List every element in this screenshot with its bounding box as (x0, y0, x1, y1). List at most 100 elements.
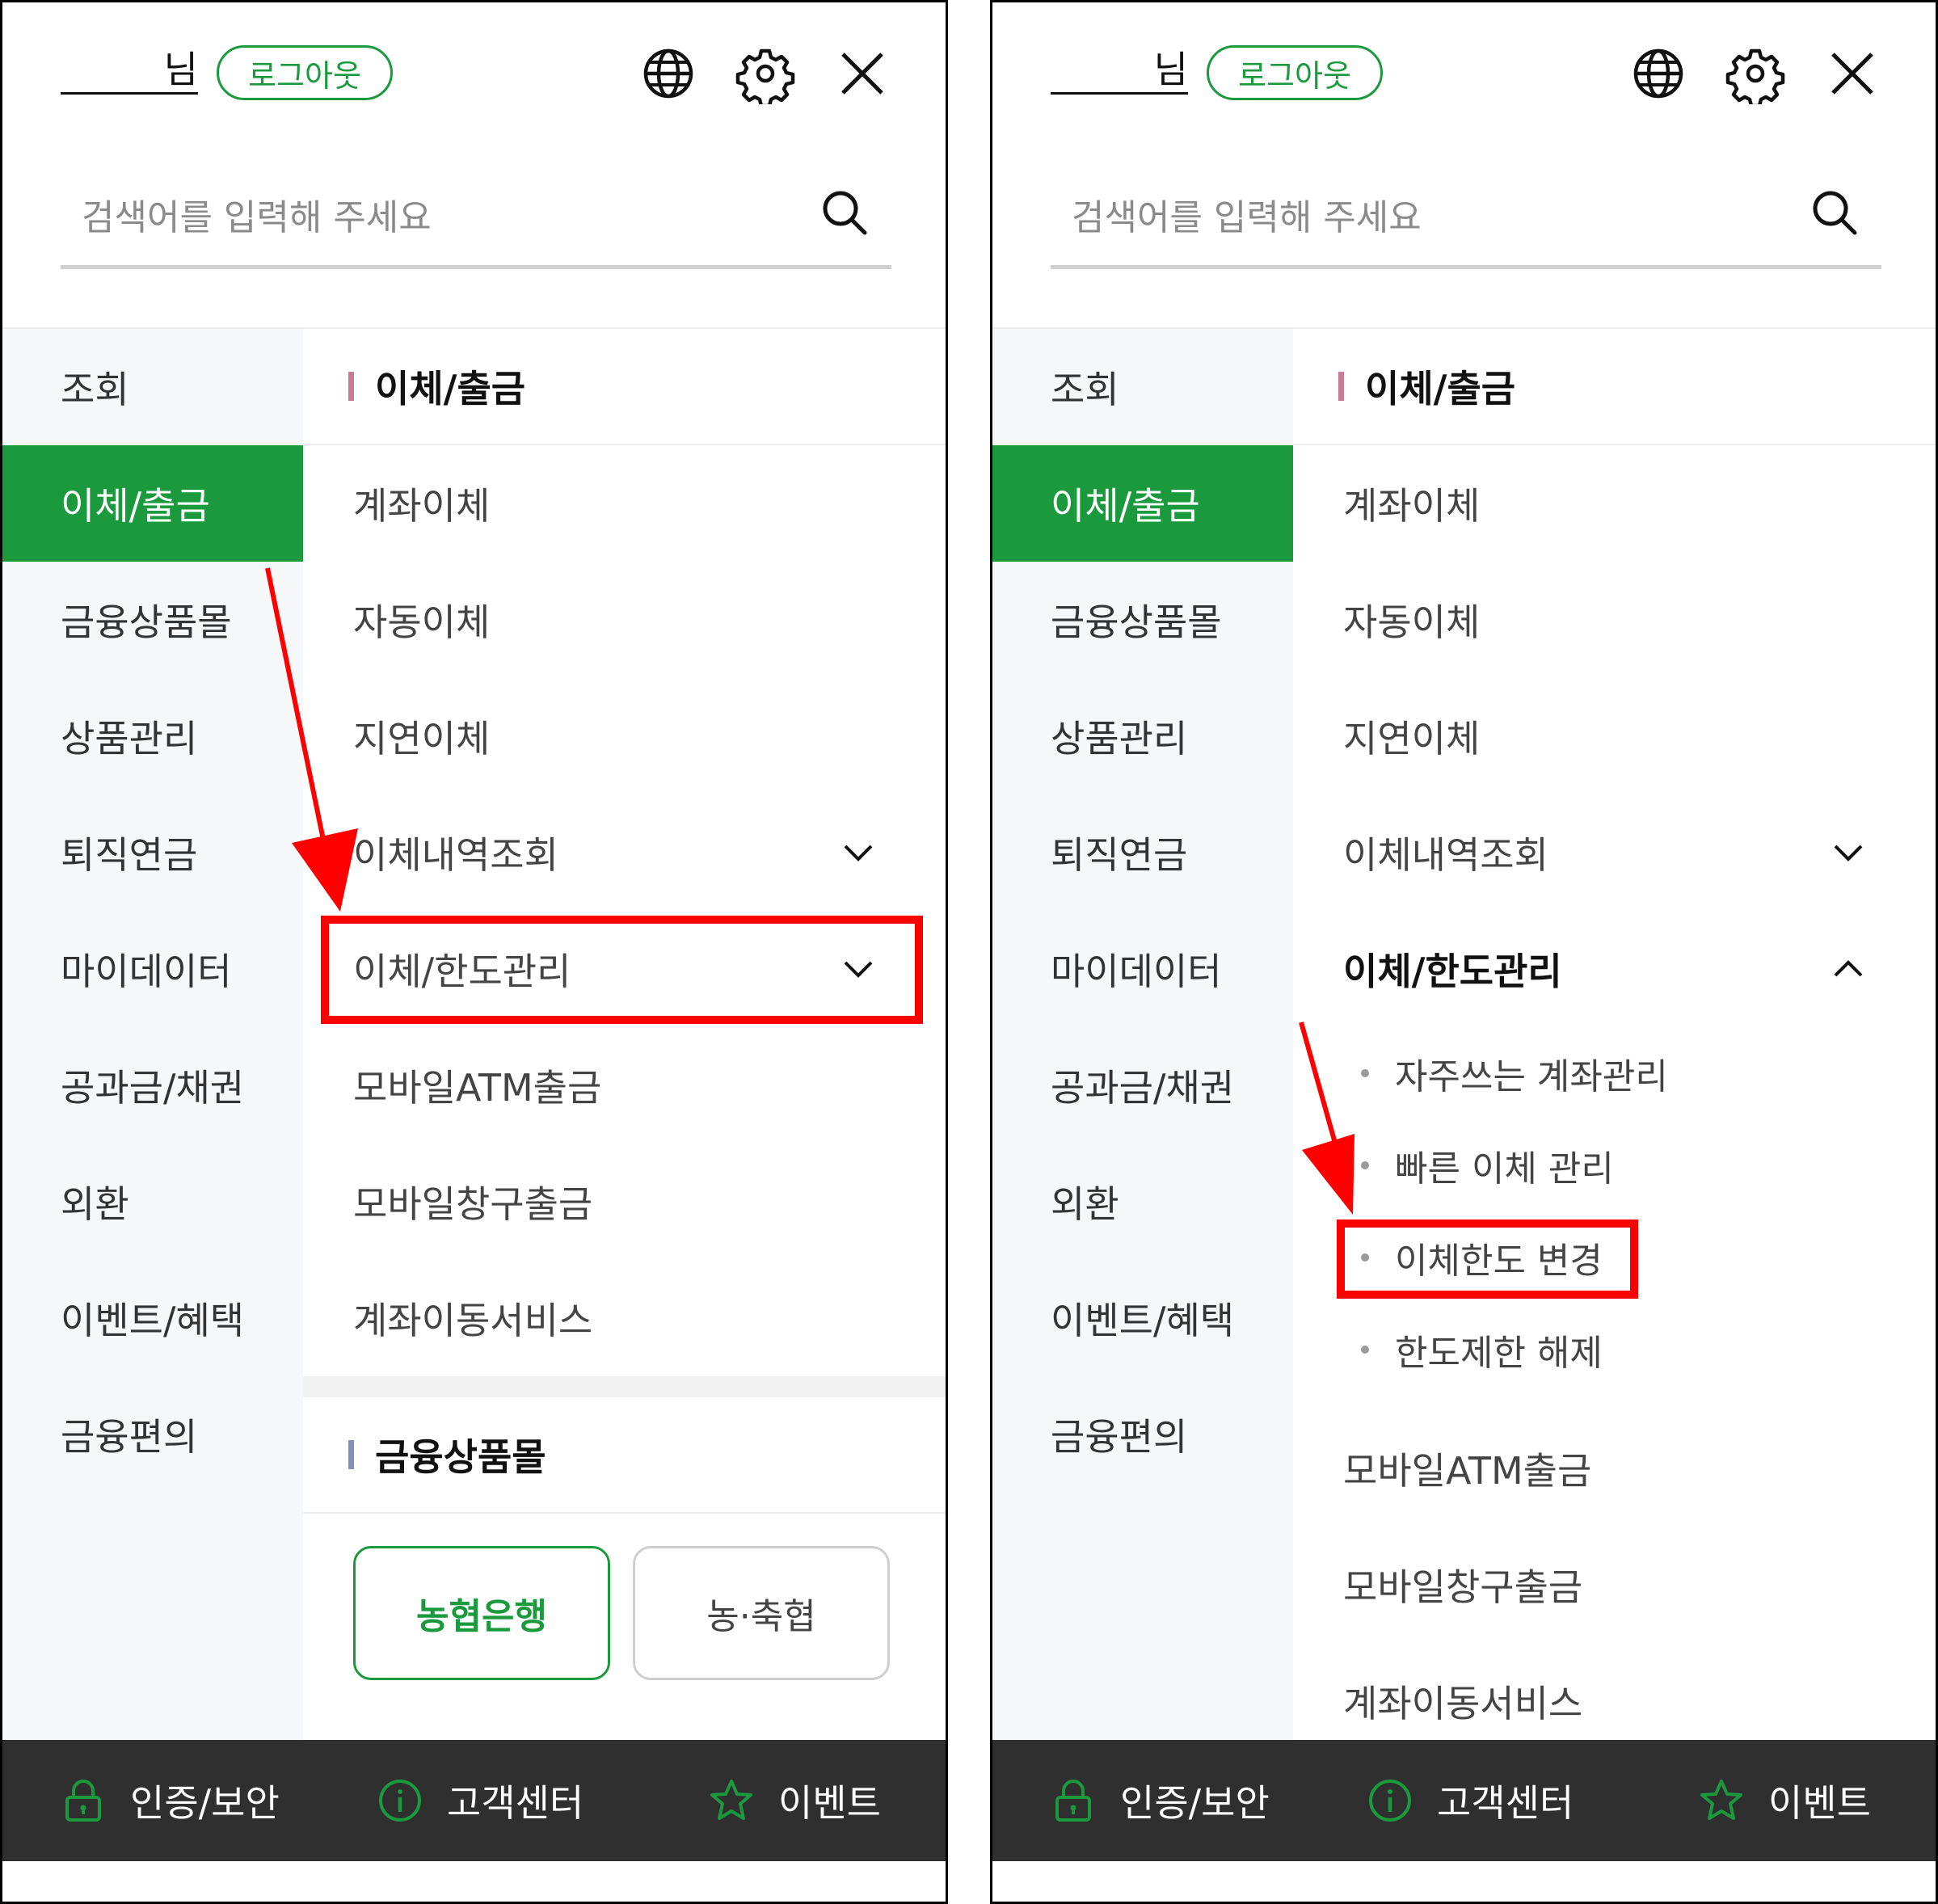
footer-auth-security[interactable]: 인증/보안 (61, 1740, 280, 1861)
submenu-list: 이체/출금 계좌이체 자동이체 지연이체 이체내역조회 이체/한도관리 모바일A… (303, 329, 946, 1740)
chevron-down-icon (844, 845, 873, 861)
close-icon[interactable] (832, 43, 893, 104)
submenu-item-mobile-atm[interactable]: 모바일ATM출금 (1293, 1410, 1936, 1527)
nav-item-inquiry[interactable]: 조회 (992, 329, 1293, 445)
footer-events[interactable]: 이벤트 (709, 1740, 881, 1861)
user-suffix: 님 (1153, 48, 1188, 91)
nav-item-products[interactable]: 금융상품몰 (992, 562, 1293, 678)
search-bar (1051, 172, 1881, 269)
search-bar (61, 172, 891, 269)
globe-icon[interactable] (638, 43, 699, 104)
gear-icon[interactable] (1725, 43, 1786, 104)
submenu-item-mobile-counter[interactable]: 모바일창구출금 (1293, 1527, 1936, 1643)
submenu-item-account-transfer[interactable]: 계좌이체 (303, 445, 946, 562)
bank-button-nh-bank[interactable]: 농협은행 (353, 1546, 610, 1680)
footer-label: 이벤트 (778, 1781, 881, 1825)
bank-selector: 농협은행 농·축협 (303, 1514, 946, 1708)
child-item-label: 자주쓰는 계좌관리 (1395, 1056, 1668, 1097)
footer-label: 고객센터 (447, 1781, 584, 1825)
info-icon (1369, 1780, 1411, 1822)
user-name: 님 (61, 47, 198, 95)
chevron-down-icon (1834, 845, 1863, 861)
category-nav: 조회 이체/출금 금융상품몰 상품관리 퇴직연금 마이데이터 공과금/채권 외환… (2, 329, 303, 1740)
section-header: 금융상품몰 (303, 1397, 946, 1514)
search-input[interactable] (1070, 188, 1784, 246)
nav-item-forex[interactable]: 외환 (2, 1144, 303, 1260)
nav-item-product-manage[interactable]: 상품관리 (2, 678, 303, 794)
submenu-item-limit-manage[interactable]: 이체/한도관리 (303, 911, 946, 1027)
submenu-item-mobile-atm[interactable]: 모바일ATM출금 (303, 1027, 946, 1144)
bullet-dot (1361, 1346, 1369, 1354)
section-title: 금융상품몰 (375, 1435, 546, 1479)
section-header: 이체/출금 (303, 329, 946, 445)
section-bar (1338, 372, 1344, 401)
submenu-item-label: 이체/한도관리 (1343, 950, 1562, 993)
footer-events[interactable]: 이벤트 (1699, 1740, 1871, 1861)
nav-item-transfer[interactable]: 이체/출금 (992, 445, 1293, 562)
nav-item-mydata[interactable]: 마이데이터 (2, 911, 303, 1027)
submenu-item-auto-transfer[interactable]: 자동이체 (1293, 562, 1936, 678)
globe-icon[interactable] (1628, 43, 1689, 104)
submenu-item-account-move[interactable]: 계좌이동서비스 (1293, 1643, 1936, 1740)
logout-button[interactable]: 로그아웃 (217, 45, 393, 100)
search-icon[interactable] (819, 187, 870, 238)
bullet-dot (1361, 1069, 1369, 1077)
footer-label: 인증/보안 (1120, 1781, 1270, 1825)
submenu-item-delayed-transfer[interactable]: 지연이체 (303, 678, 946, 794)
chevron-up-icon (1834, 960, 1863, 977)
child-item-favorite-accounts[interactable]: 자주쓰는 계좌관리 (1293, 1027, 1936, 1119)
logout-button[interactable]: 로그아웃 (1207, 45, 1383, 100)
section-title: 이체/출금 (375, 367, 526, 411)
child-item-label: 빠른 이체 관리 (1395, 1148, 1614, 1190)
category-nav: 조회 이체/출금 금융상품몰 상품관리 퇴직연금 마이데이터 공과금/채권 외환… (992, 329, 1293, 1740)
child-item-quick-transfer[interactable]: 빠른 이체 관리 (1293, 1119, 1936, 1211)
footer-customer-center[interactable]: 고객센터 (377, 1740, 584, 1861)
submenu-item-label: 이체내역조회 (1343, 833, 1548, 877)
submenu-item-limit-manage[interactable]: 이체/한도관리 (1293, 911, 1936, 1027)
search-input[interactable] (80, 188, 794, 246)
lock-icon (1055, 1780, 1091, 1822)
section-bar (348, 372, 354, 401)
footer-label: 인증/보안 (130, 1781, 280, 1825)
submenu-item-transfer-history[interactable]: 이체내역조회 (1293, 794, 1936, 911)
bank-button-nh-coop[interactable]: 농·축협 (633, 1546, 890, 1680)
footer-customer-center[interactable]: 고객센터 (1367, 1740, 1574, 1861)
user-name: 님 (1051, 47, 1188, 95)
submenu-item-account-move[interactable]: 계좌이동서비스 (303, 1260, 946, 1376)
child-item-release-limit[interactable]: 한도제한 해제 (1293, 1304, 1936, 1396)
nav-item-events[interactable]: 이벤트/혜택 (2, 1260, 303, 1376)
star-icon (710, 1780, 752, 1820)
submenu-item-auto-transfer[interactable]: 자동이체 (303, 562, 946, 678)
nav-item-convenience[interactable]: 금융편의 (992, 1376, 1293, 1493)
nav-item-mydata[interactable]: 마이데이터 (992, 911, 1293, 1027)
nav-item-bills[interactable]: 공과금/채권 (992, 1027, 1293, 1144)
submenu-item-account-transfer[interactable]: 계좌이체 (1293, 445, 1936, 562)
submenu-list: 이체/출금 계좌이체 자동이체 지연이체 이체내역조회 이체/한도관리 자주쓰는… (1293, 329, 1936, 1740)
submenu-item-mobile-counter[interactable]: 모바일창구출금 (303, 1144, 946, 1260)
close-icon[interactable] (1822, 43, 1883, 104)
child-item-change-limit[interactable]: 이체한도 변경 (1293, 1211, 1936, 1304)
info-icon (379, 1780, 421, 1822)
nav-item-pension[interactable]: 퇴직연금 (992, 794, 1293, 911)
gear-icon[interactable] (735, 43, 796, 104)
footer-bar: 인증/보안 고객센터 이벤트 (2, 1740, 946, 1861)
nav-item-product-manage[interactable]: 상품관리 (992, 678, 1293, 794)
nav-item-bills[interactable]: 공과금/채권 (2, 1027, 303, 1144)
nav-item-inquiry[interactable]: 조회 (2, 329, 303, 445)
footer-auth-security[interactable]: 인증/보안 (1051, 1740, 1270, 1861)
submenu-item-delayed-transfer[interactable]: 지연이체 (1293, 678, 1936, 794)
section-header: 이체/출금 (1293, 329, 1936, 445)
nav-item-transfer[interactable]: 이체/출금 (2, 445, 303, 562)
user-suffix: 님 (163, 48, 198, 91)
submenu-item-label: 이체내역조회 (353, 833, 558, 877)
search-icon[interactable] (1809, 187, 1860, 238)
nav-item-forex[interactable]: 외환 (992, 1144, 1293, 1260)
child-item-label: 이체한도 변경 (1395, 1241, 1603, 1282)
nav-item-convenience[interactable]: 금융편의 (2, 1376, 303, 1493)
submenu-item-transfer-history[interactable]: 이체내역조회 (303, 794, 946, 911)
nav-item-events[interactable]: 이벤트/혜택 (992, 1260, 1293, 1376)
nav-item-pension[interactable]: 퇴직연금 (2, 794, 303, 911)
menu-panel-expanded: 님 로그아웃 조회 이체/출금 금융상품몰 상품관리 퇴직연금 마이데이터 공과… (990, 0, 1938, 1904)
nav-item-products[interactable]: 금융상품몰 (2, 562, 303, 678)
